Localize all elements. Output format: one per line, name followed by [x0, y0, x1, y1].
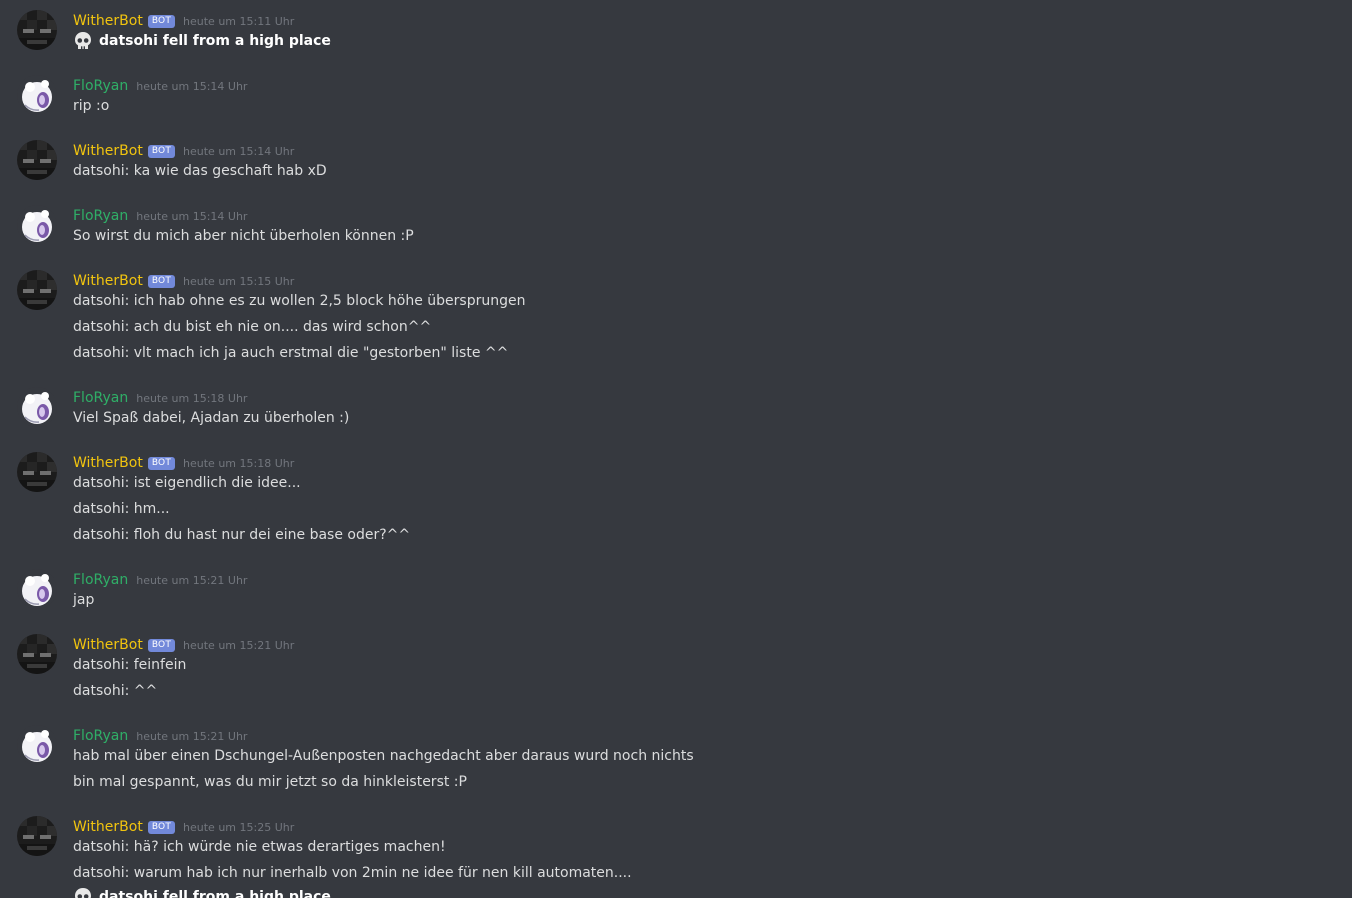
message-header: FloRyan heute um 15:14 Uhr — [73, 75, 247, 97]
message-header: WitherBot BOT heute um 15:15 Uhr — [73, 270, 294, 292]
message-header: WitherBot BOT heute um 15:21 Uhr — [73, 634, 294, 656]
bot-badge: BOT — [147, 638, 176, 652]
avatar[interactable] — [17, 205, 57, 245]
username[interactable]: WitherBot — [73, 143, 143, 159]
timestamp[interactable]: heute um 15:14 Uhr — [183, 145, 294, 158]
message-header: FloRyan heute um 15:14 Uhr — [73, 205, 247, 227]
message-text: datsohi: warum hab ich nur inerhalb von … — [73, 865, 632, 881]
bot-badge: BOT — [147, 456, 176, 470]
username[interactable]: FloRyan — [73, 390, 128, 406]
timestamp[interactable]: heute um 15:21 Uhr — [136, 730, 247, 743]
message-text: datsohi fell from a high place — [73, 887, 331, 898]
bot-badge: BOT — [147, 274, 176, 288]
timestamp[interactable]: heute um 15:21 Uhr — [136, 574, 247, 587]
message-header: FloRyan heute um 15:18 Uhr — [73, 387, 247, 409]
username[interactable]: WitherBot — [73, 13, 143, 29]
message-header: FloRyan heute um 15:21 Uhr — [73, 569, 247, 591]
message-group: WitherBot BOT heute um 15:18 Uhr datsohi… — [0, 452, 1352, 552]
message-text: datsohi: vlt mach ich ja auch erstmal di… — [73, 345, 509, 361]
message-text: jap — [73, 592, 95, 608]
username[interactable]: FloRyan — [73, 572, 128, 588]
timestamp[interactable]: heute um 15:18 Uhr — [183, 457, 294, 470]
timestamp[interactable]: heute um 15:25 Uhr — [183, 821, 294, 834]
message-text: datsohi: ^^ — [73, 683, 158, 699]
username[interactable]: FloRyan — [73, 728, 128, 744]
avatar[interactable] — [17, 387, 57, 427]
avatar[interactable] — [17, 10, 57, 50]
message-text: datsohi: ich hab ohne es zu wollen 2,5 b… — [73, 293, 526, 309]
message-header: WitherBot BOT heute um 15:25 Uhr — [73, 816, 294, 838]
message-group: WitherBot BOT heute um 15:21 Uhr datsohi… — [0, 634, 1352, 709]
username[interactable]: WitherBot — [73, 273, 143, 289]
timestamp[interactable]: heute um 15:18 Uhr — [136, 392, 247, 405]
message-group: WitherBot BOT heute um 15:15 Uhr datsohi… — [0, 270, 1352, 370]
message-text: datsohi: ach du bist eh nie on.... das w… — [73, 319, 432, 335]
username[interactable]: FloRyan — [73, 208, 128, 224]
message-text-content: datsohi fell from a high place — [99, 33, 331, 49]
avatar[interactable] — [17, 569, 57, 609]
message-header: FloRyan heute um 15:21 Uhr — [73, 725, 247, 747]
message-text: Viel Spaß dabei, Ajadan zu überholen :) — [73, 410, 350, 426]
message-group: WitherBot BOT heute um 15:11 Uhr datsohi… — [0, 10, 1352, 60]
message-text: datsohi: floh du hast nur dei eine base … — [73, 527, 411, 543]
message-group: FloRyan heute um 15:14 Uhr So wirst du m… — [0, 205, 1352, 250]
avatar[interactable] — [17, 452, 57, 492]
message-text: So wirst du mich aber nicht überholen kö… — [73, 228, 414, 244]
message-header: WitherBot BOT heute um 15:11 Uhr — [73, 10, 294, 32]
message-text: datsohi fell from a high place — [73, 31, 331, 51]
timestamp[interactable]: heute um 15:14 Uhr — [136, 80, 247, 93]
message-text-content: datsohi fell from a high place — [99, 889, 331, 898]
message-text: datsohi: ist eigendlich die idee... — [73, 475, 301, 491]
skull-icon — [75, 888, 91, 898]
message-text: hab mal über einen Dschungel-Außenposten… — [73, 748, 694, 764]
message-list[interactable]: WitherBot BOT heute um 15:11 Uhr datsohi… — [0, 0, 1352, 898]
message-header: WitherBot BOT heute um 15:14 Uhr — [73, 140, 294, 162]
message-text: datsohi: hä? ich würde nie etwas derarti… — [73, 839, 446, 855]
message-group: WitherBot BOT heute um 15:25 Uhr datsohi… — [0, 816, 1352, 898]
avatar[interactable] — [17, 140, 57, 180]
username[interactable]: WitherBot — [73, 637, 143, 653]
timestamp[interactable]: heute um 15:14 Uhr — [136, 210, 247, 223]
timestamp[interactable]: heute um 15:11 Uhr — [183, 15, 294, 28]
bot-badge: BOT — [147, 14, 176, 28]
username[interactable]: WitherBot — [73, 455, 143, 471]
avatar[interactable] — [17, 816, 57, 856]
timestamp[interactable]: heute um 15:15 Uhr — [183, 275, 294, 288]
message-text: datsohi: ka wie das geschaft hab xD — [73, 163, 327, 179]
username[interactable]: FloRyan — [73, 78, 128, 94]
message-text: bin mal gespannt, was du mir jetzt so da… — [73, 774, 467, 790]
avatar[interactable] — [17, 725, 57, 765]
bot-badge: BOT — [147, 144, 176, 158]
avatar[interactable] — [17, 634, 57, 674]
message-group: FloRyan heute um 15:21 Uhr hab mal über … — [0, 725, 1352, 800]
message-group: WitherBot BOT heute um 15:14 Uhr datsohi… — [0, 140, 1352, 185]
message-header: WitherBot BOT heute um 15:18 Uhr — [73, 452, 294, 474]
timestamp[interactable]: heute um 15:21 Uhr — [183, 639, 294, 652]
avatar[interactable] — [17, 75, 57, 115]
bot-badge: BOT — [147, 820, 176, 834]
message-group: FloRyan heute um 15:21 Uhr jap — [0, 569, 1352, 614]
message-group: FloRyan heute um 15:14 Uhr rip :o — [0, 75, 1352, 120]
message-group: FloRyan heute um 15:18 Uhr Viel Spaß dab… — [0, 387, 1352, 432]
message-text: datsohi: hm... — [73, 501, 170, 517]
avatar[interactable] — [17, 270, 57, 310]
message-text: rip :o — [73, 98, 110, 114]
skull-icon — [75, 32, 91, 49]
username[interactable]: WitherBot — [73, 819, 143, 835]
message-text: datsohi: feinfein — [73, 657, 187, 673]
